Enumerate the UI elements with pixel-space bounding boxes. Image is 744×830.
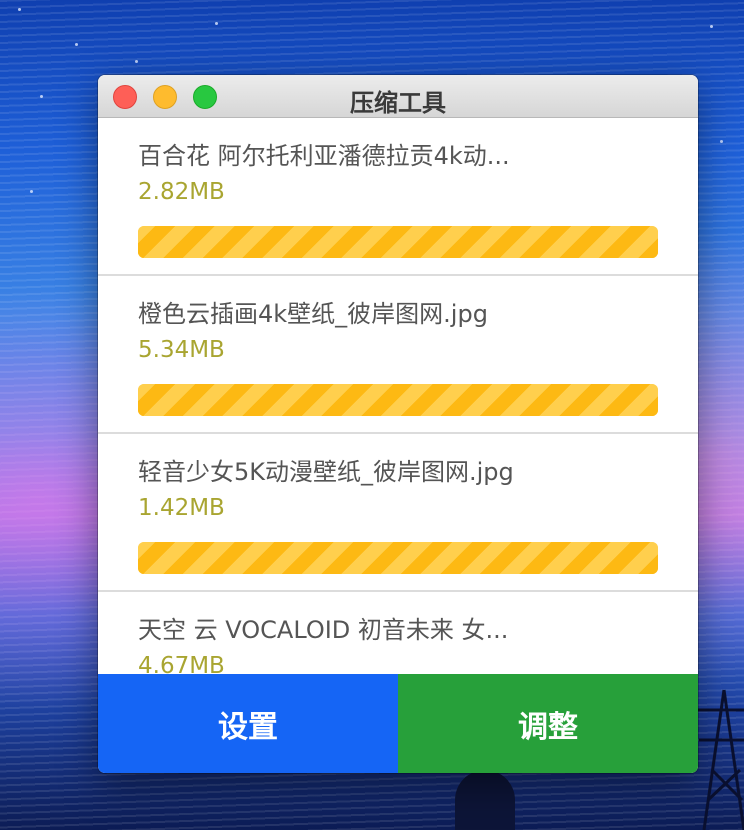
file-size: 4.67MB — [138, 653, 225, 674]
adjust-button[interactable]: 调整 — [398, 674, 698, 773]
window-title: 压缩工具 — [350, 89, 446, 117]
file-item: 天空 云 VOCALOID 初音未来 女... 4.67MB — [98, 592, 698, 674]
file-size: 5.34MB — [138, 337, 225, 363]
star — [215, 22, 218, 25]
settings-button[interactable]: 设置 — [98, 674, 398, 773]
progress-bar — [138, 542, 658, 574]
star — [30, 190, 33, 193]
star — [135, 60, 138, 63]
file-name: 百合花 阿尔托利亚潘德拉贡4k动... — [138, 142, 510, 170]
file-item: 百合花 阿尔托利亚潘德拉贡4k动... 2.82MB — [98, 118, 698, 276]
titlebar: 压缩工具 — [98, 75, 698, 118]
progress-bar — [138, 226, 658, 258]
star — [40, 95, 43, 98]
file-name: 天空 云 VOCALOID 初音未来 女... — [138, 616, 509, 644]
star — [75, 43, 78, 46]
progress-fill — [138, 384, 658, 416]
action-bar: 设置 调整 — [98, 674, 698, 773]
file-list[interactable]: 百合花 阿尔托利亚潘德拉贡4k动... 2.82MB 橙色云插画4k壁纸_彼岸图… — [98, 118, 698, 674]
file-size: 1.42MB — [138, 495, 225, 521]
star — [710, 25, 713, 28]
file-name: 轻音少女5K动漫壁纸_彼岸图网.jpg — [138, 458, 514, 486]
progress-bar — [138, 384, 658, 416]
file-size: 2.82MB — [138, 179, 225, 205]
progress-fill — [138, 542, 658, 574]
figure-silhouette — [455, 770, 515, 830]
progress-fill — [138, 226, 658, 258]
app-window: 压缩工具 百合花 阿尔托利亚潘德拉贡4k动... 2.82MB 橙色云插画4k壁… — [98, 75, 698, 773]
file-item: 轻音少女5K动漫壁纸_彼岸图网.jpg 1.42MB — [98, 434, 698, 592]
file-item: 橙色云插画4k壁纸_彼岸图网.jpg 5.34MB — [98, 276, 698, 434]
star — [18, 8, 21, 11]
star — [720, 140, 723, 143]
file-name: 橙色云插画4k壁纸_彼岸图网.jpg — [138, 300, 488, 328]
power-tower-icon — [694, 689, 744, 830]
